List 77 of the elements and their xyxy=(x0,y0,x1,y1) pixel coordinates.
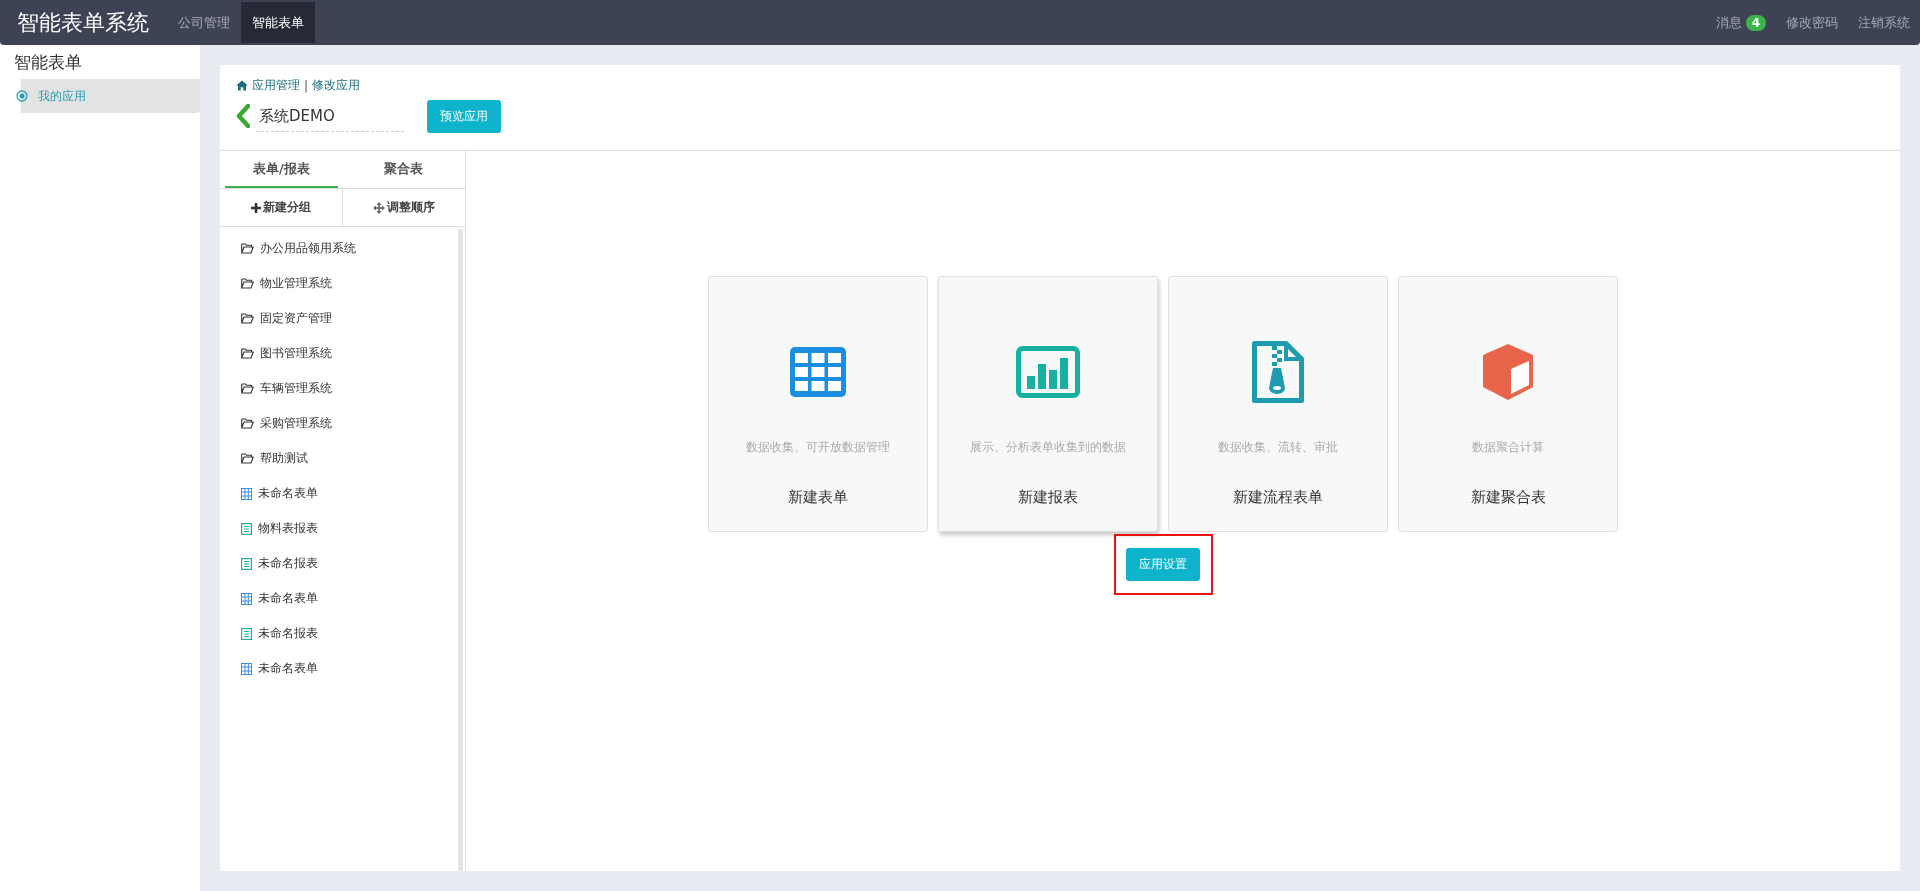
back-button[interactable] xyxy=(236,103,250,130)
grid-icon xyxy=(241,592,252,605)
document-lines-icon xyxy=(241,522,252,535)
create-card[interactable]: 数据聚合计算 新建聚合表 xyxy=(1398,276,1618,532)
breadcrumb-separator: | xyxy=(304,78,309,93)
grid-icon xyxy=(241,487,252,500)
list-item[interactable]: 未命名报表 xyxy=(220,616,465,651)
move-arrows-icon xyxy=(373,201,385,214)
folder-icon xyxy=(241,313,254,324)
list-item[interactable]: 车辆管理系统 xyxy=(220,371,465,406)
scrollbar[interactable] xyxy=(458,229,463,871)
breadcrumb-link[interactable]: 修改应用 xyxy=(312,77,361,94)
folder-icon xyxy=(241,418,254,429)
app-title: 智能表单系统 xyxy=(16,8,150,37)
list-item[interactable]: 未命名表单 xyxy=(220,476,465,511)
nav-link[interactable]: 公司管理 xyxy=(167,2,241,43)
header-link[interactable]: 注销系统 xyxy=(1858,13,1910,32)
tab[interactable]: 表单/报表 xyxy=(225,151,338,188)
tab[interactable]: 聚合表 xyxy=(347,151,460,188)
sidebar-title: 智能表单 xyxy=(13,51,83,74)
toolbar-button[interactable]: 新建分组 xyxy=(220,189,343,226)
cube-icon xyxy=(1480,341,1536,403)
create-card[interactable]: 展示、分析表单收集到的数据 新建报表 xyxy=(938,276,1158,532)
card-description: 数据聚合计算 xyxy=(1472,439,1544,456)
folder-icon xyxy=(241,453,254,464)
sidebar-item-label: 我的应用 xyxy=(38,87,86,105)
list-item[interactable]: 帮助测试 xyxy=(220,441,465,476)
home-icon xyxy=(236,80,248,91)
folder-icon xyxy=(241,278,254,289)
list-item[interactable]: 采购管理系统 xyxy=(220,406,465,441)
list-item[interactable]: 未命名表单 xyxy=(220,581,465,616)
folder-icon xyxy=(241,383,254,394)
list-item-label: 未命名报表 xyxy=(258,625,318,642)
list-item-label: 办公用品领用系统 xyxy=(260,240,356,257)
list-item-label: 未命名报表 xyxy=(258,555,318,572)
list-item-label: 帮助测试 xyxy=(260,450,308,467)
list-item[interactable]: 办公用品领用系统 xyxy=(220,231,465,266)
chevron-left-icon xyxy=(236,103,250,128)
toolbar-button[interactable]: 调整顺序 xyxy=(343,189,465,226)
breadcrumb-link[interactable]: 应用管理 xyxy=(252,77,300,94)
message-count-badge: 4 xyxy=(1745,14,1766,31)
card-title: 新建报表 xyxy=(1018,488,1078,507)
list-item-label: 物业管理系统 xyxy=(260,275,332,292)
list-item-label: 未命名表单 xyxy=(258,590,318,607)
nav-link[interactable]: 智能表单 xyxy=(241,2,315,43)
app-name-field[interactable]: 系统DEMO xyxy=(256,101,404,132)
list-item[interactable]: 物业管理系统 xyxy=(220,266,465,301)
create-card[interactable]: 数据收集、可开放数据管理 新建表单 xyxy=(708,276,928,532)
document-lines-icon xyxy=(241,627,252,640)
create-card[interactable]: 数据收集、流转、审批 新建流程表单 xyxy=(1168,276,1388,532)
list-item[interactable]: 未命名报表 xyxy=(220,546,465,581)
header-link[interactable]: 消息 xyxy=(1715,13,1742,32)
list-item-label: 固定资产管理 xyxy=(260,310,332,327)
list-item[interactable]: 物料表报表 xyxy=(220,511,465,546)
list-item-label: 图书管理系统 xyxy=(260,345,332,362)
folder-icon xyxy=(241,348,254,359)
document-lines-icon xyxy=(241,557,252,570)
list-item-label: 物料表报表 xyxy=(258,520,318,537)
plus-icon xyxy=(251,202,261,213)
list-item[interactable]: 图书管理系统 xyxy=(220,336,465,371)
list-item-label: 车辆管理系统 xyxy=(260,380,332,397)
list-item[interactable]: 未命名表单 xyxy=(220,651,465,686)
card-description: 数据收集、可开放数据管理 xyxy=(746,439,890,456)
list-item[interactable]: 固定资产管理 xyxy=(220,301,465,336)
radio-icon xyxy=(16,90,28,102)
card-title: 新建表单 xyxy=(788,488,848,507)
card-title: 新建流程表单 xyxy=(1233,488,1323,507)
card-description: 展示、分析表单收集到的数据 xyxy=(970,439,1126,456)
header-link[interactable]: 修改密码 xyxy=(1786,13,1838,32)
list-item-label: 未命名表单 xyxy=(258,485,318,502)
list-item-label: 采购管理系统 xyxy=(260,415,332,432)
list-item-label: 未命名表单 xyxy=(258,660,318,677)
card-title: 新建聚合表 xyxy=(1470,488,1546,507)
folder-icon xyxy=(241,243,254,254)
grid-icon xyxy=(241,662,252,675)
zip-file-icon xyxy=(1252,341,1304,403)
card-description: 数据收集、流转、审批 xyxy=(1218,439,1338,456)
